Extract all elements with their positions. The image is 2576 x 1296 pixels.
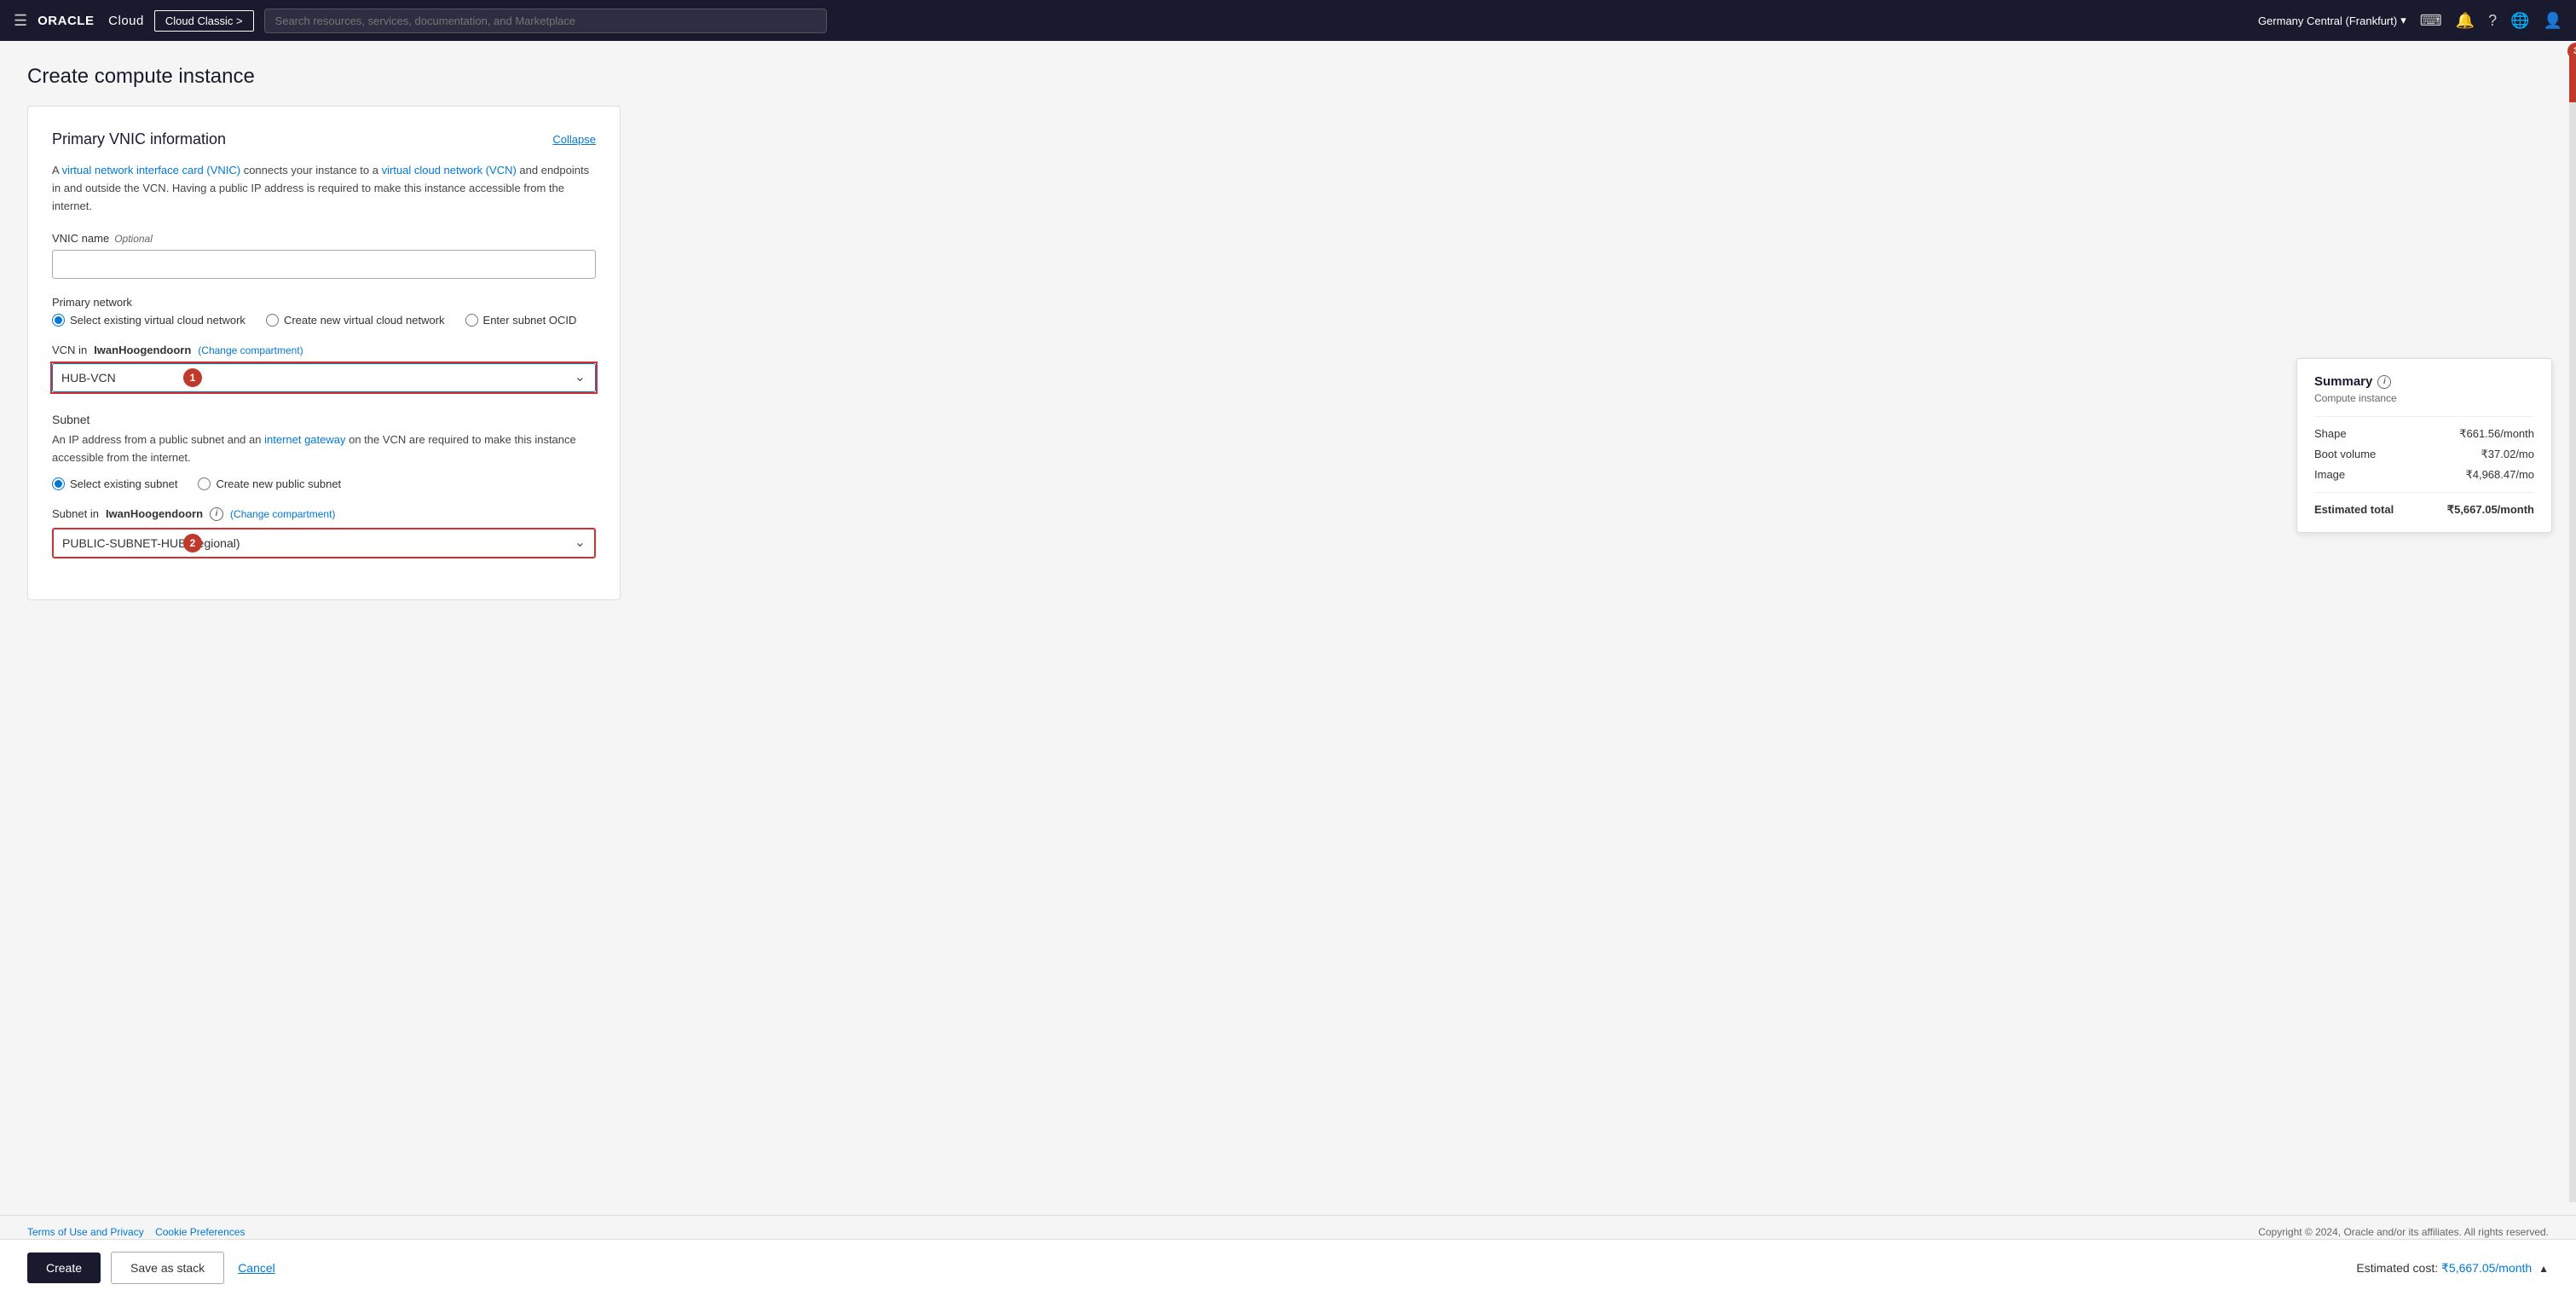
cookie-link[interactable]: Cookie Preferences xyxy=(155,1226,245,1238)
subnet-select-group: Subnet in IwanHoogendoorn i (Change comp… xyxy=(52,507,596,558)
card-title: Primary VNIC information xyxy=(52,130,226,148)
vcn-link[interactable]: virtual cloud network (VCN) xyxy=(382,164,517,176)
radio-select-existing-subnet[interactable]: Select existing subnet xyxy=(52,477,177,490)
radio-enter-subnet-ocid[interactable]: Enter subnet OCID xyxy=(465,314,577,327)
vcn-select[interactable]: HUB-VCN xyxy=(52,363,596,392)
cloud-classic-button[interactable]: Cloud Classic > xyxy=(154,10,254,32)
bell-icon[interactable]: 🔔 xyxy=(2456,12,2475,30)
summary-image-row: Image ₹4,968.47/mo xyxy=(2314,468,2534,482)
vnic-name-label: VNIC name Optional xyxy=(52,232,596,245)
create-button[interactable]: Create xyxy=(27,1253,101,1283)
region-selector[interactable]: Germany Central (Frankfurt) ▾ xyxy=(2258,14,2406,27)
primary-vnic-card: Primary VNIC information Collapse A virt… xyxy=(27,106,621,600)
page-title: Create compute instance xyxy=(27,65,910,89)
card-header: Primary VNIC information Collapse xyxy=(52,130,596,148)
subnet-compartment-row: Subnet in IwanHoogendoorn i (Change comp… xyxy=(52,507,596,521)
cloud-shell-icon[interactable]: ⌨ xyxy=(2420,12,2442,30)
vcn-step-badge: 1 xyxy=(183,368,202,387)
subnet-info-icon[interactable]: i xyxy=(210,507,223,521)
vcn-change-compartment-link[interactable]: (Change compartment) xyxy=(198,344,303,356)
summary-divider xyxy=(2314,416,2534,417)
summary-total-divider xyxy=(2314,492,2534,493)
terms-link[interactable]: Terms of Use and Privacy xyxy=(27,1226,144,1238)
oracle-logo: ORACLE Cloud xyxy=(38,14,144,28)
radio-create-new-vcn[interactable]: Create new virtual cloud network xyxy=(266,314,445,327)
cancel-button[interactable]: Cancel xyxy=(234,1253,279,1283)
search-input[interactable] xyxy=(264,9,827,33)
subnet-step-badge: 2 xyxy=(183,534,202,553)
primary-network-group: Primary network Select existing virtual … xyxy=(52,296,596,327)
summary-subtitle: Compute instance xyxy=(2314,392,2534,404)
radio-create-new-public-subnet[interactable]: Create new public subnet xyxy=(198,477,341,490)
footer-right: Copyright © 2024, Oracle and/or its affi… xyxy=(2258,1226,2549,1238)
scroll-track: 3 xyxy=(2569,51,2576,1202)
page-content: Create compute instance Primary VNIC inf… xyxy=(0,41,938,641)
bottom-bar: Create Save as stack Cancel Estimated co… xyxy=(0,1239,2576,1296)
estimated-cost: Estimated cost: ₹5,667.05/month ▲ xyxy=(2356,1261,2549,1276)
help-icon[interactable]: ? xyxy=(2488,12,2497,30)
vnic-link[interactable]: virtual network interface card (VNIC) xyxy=(62,164,241,176)
save-as-stack-button[interactable]: Save as stack xyxy=(111,1252,224,1284)
vnic-name-group: VNIC name Optional xyxy=(52,232,596,279)
hamburger-menu-icon[interactable]: ☰ xyxy=(14,12,27,30)
subnet-section: Subnet An IP address from a public subne… xyxy=(52,413,596,558)
subnet-select-wrapper: PUBLIC-SUBNET-HUB (regional) 2 xyxy=(52,528,596,558)
nav-right-icons: Germany Central (Frankfurt) ▾ ⌨ 🔔 ? 🌐 👤 xyxy=(2258,12,2562,30)
vnic-name-input[interactable] xyxy=(52,250,596,279)
vcn-compartment-row: VCN in IwanHoogendoorn (Change compartme… xyxy=(52,344,596,356)
cost-chevron-icon[interactable]: ▲ xyxy=(2538,1263,2549,1275)
summary-shape-row: Shape ₹661.56/month xyxy=(2314,427,2534,441)
subnet-radio-group: Select existing subnet Create new public… xyxy=(52,477,596,490)
subnet-description: An IP address from a public subnet and a… xyxy=(52,431,596,467)
globe-icon[interactable]: 🌐 xyxy=(2510,12,2529,30)
primary-network-radio-group: Select existing virtual cloud network Cr… xyxy=(52,314,596,327)
vnic-description: A virtual network interface card (VNIC) … xyxy=(52,162,596,215)
subnet-select[interactable]: PUBLIC-SUBNET-HUB (regional) xyxy=(52,528,596,558)
top-navigation: ☰ ORACLE Cloud Cloud Classic > Germany C… xyxy=(0,0,2576,41)
summary-info-icon[interactable]: i xyxy=(2377,375,2391,389)
summary-total-row: Estimated total ₹5,667.05/month xyxy=(2314,503,2534,517)
vcn-select-group: VCN in IwanHoogendoorn (Change compartme… xyxy=(52,344,596,392)
summary-header: Summary i xyxy=(2314,374,2534,389)
bottom-bar-actions: Create Save as stack Cancel xyxy=(27,1252,279,1284)
footer-left: Terms of Use and Privacy Cookie Preferen… xyxy=(27,1226,245,1238)
summary-title: Summary xyxy=(2314,374,2372,389)
primary-network-label: Primary network xyxy=(52,296,596,309)
collapse-link[interactable]: Collapse xyxy=(552,133,596,146)
user-avatar[interactable]: 👤 xyxy=(2544,12,2562,30)
internet-gateway-link[interactable]: internet gateway xyxy=(264,433,345,446)
summary-panel: Summary i Compute instance Shape ₹661.56… xyxy=(2296,358,2552,533)
subnet-change-compartment-link[interactable]: (Change compartment) xyxy=(230,508,335,520)
radio-select-existing-vcn[interactable]: Select existing virtual cloud network xyxy=(52,314,245,327)
subnet-title: Subnet xyxy=(52,413,596,426)
vcn-select-wrapper: HUB-VCN 1 xyxy=(52,363,596,392)
summary-boot-volume-row: Boot volume ₹37.02/mo xyxy=(2314,448,2534,461)
